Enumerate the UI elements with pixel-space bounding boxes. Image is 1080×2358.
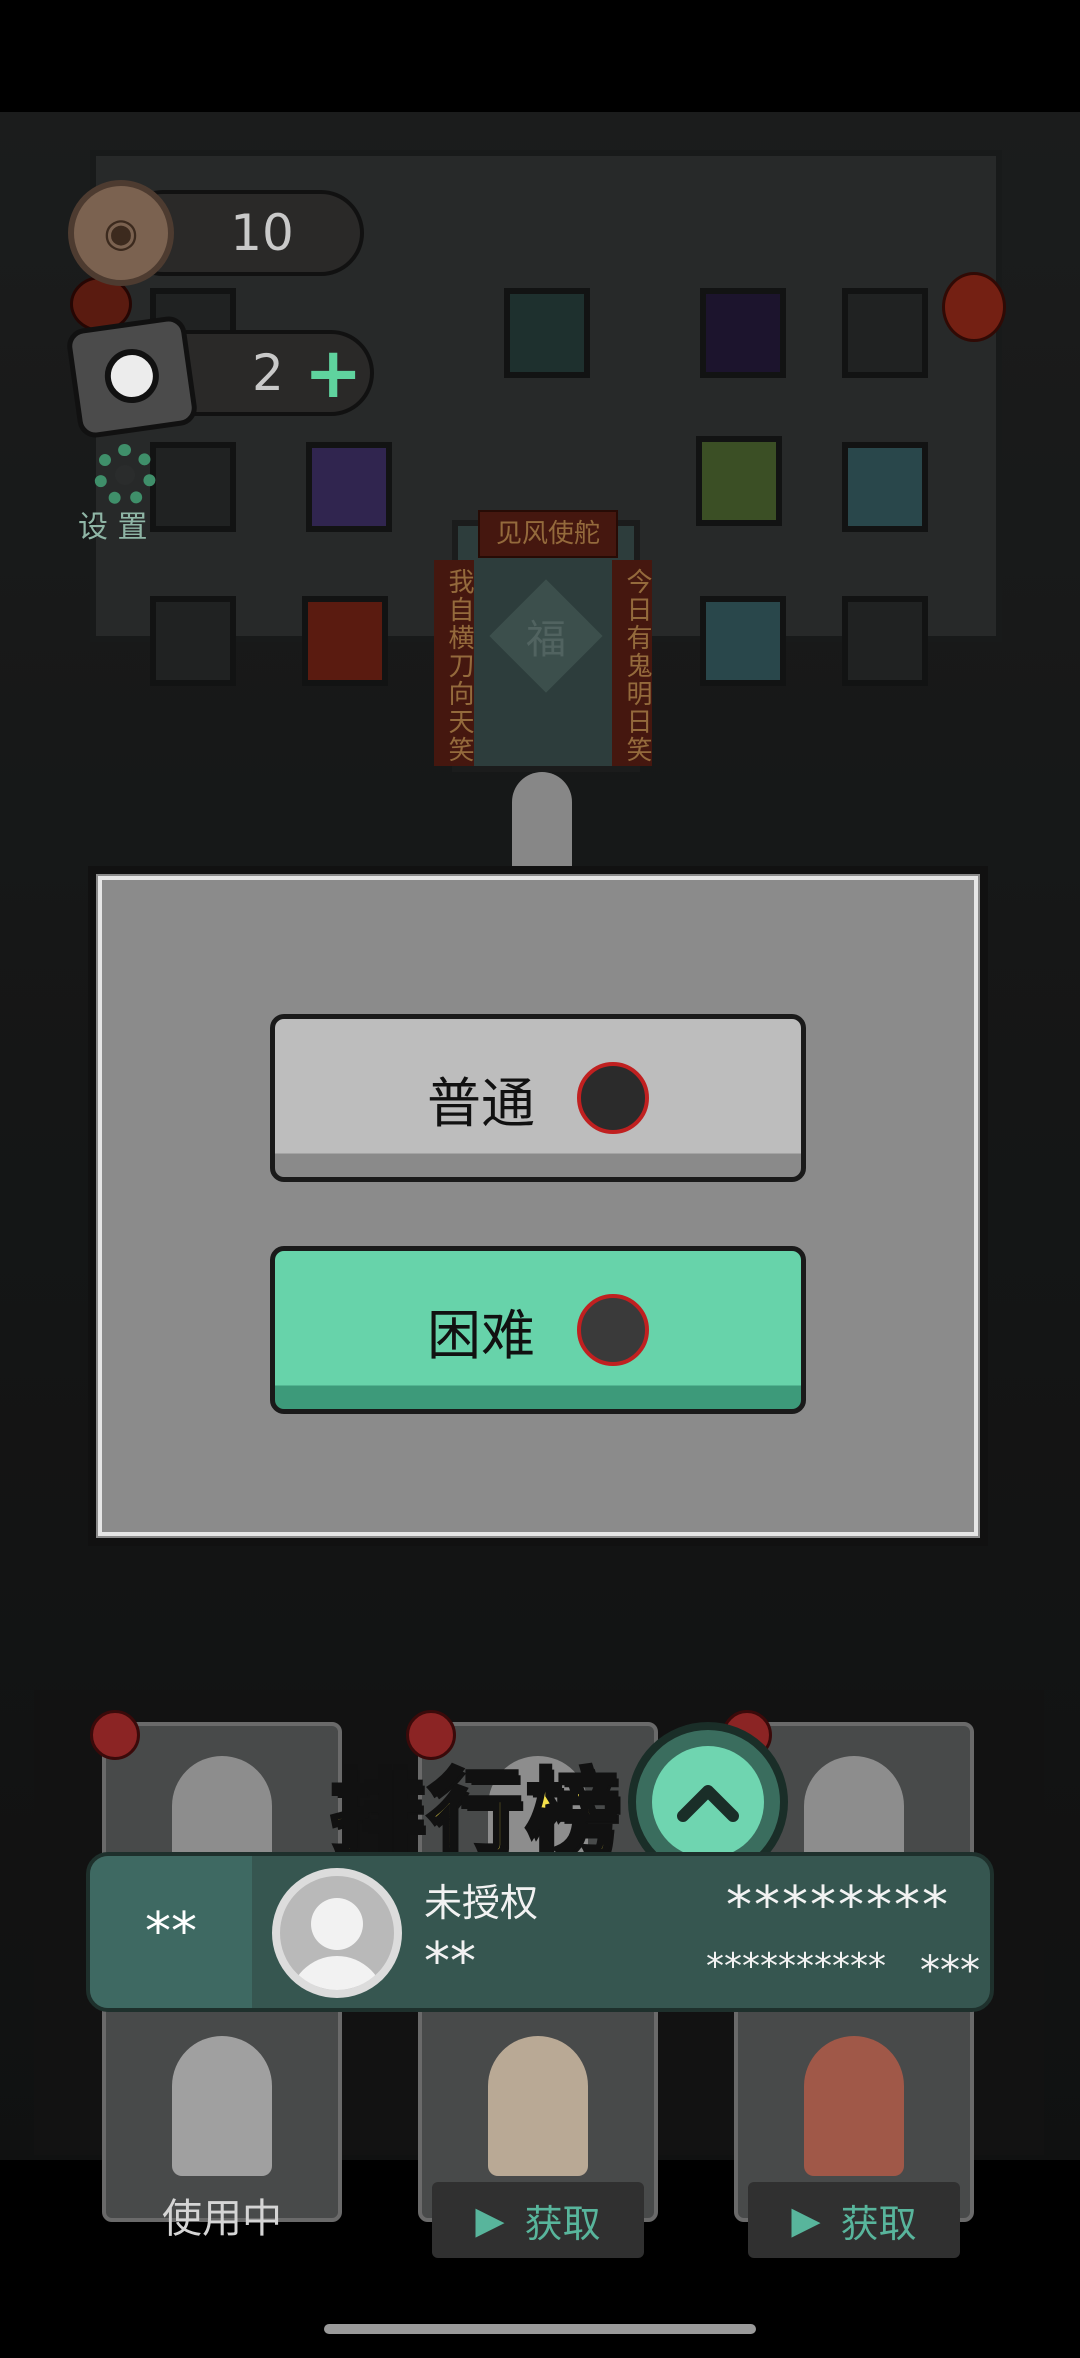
video-camera-icon: ▶ — [475, 2198, 505, 2242]
in-use-label: 使用中 — [162, 2196, 282, 2242]
hard-label: 困难 — [427, 1303, 535, 1367]
red-ghost-face-icon — [577, 1062, 649, 1134]
normal-difficulty-button[interactable]: 普通 — [270, 1014, 806, 1182]
add-ticket-button[interactable]: + — [304, 332, 363, 414]
normal-label: 普通 — [427, 1071, 535, 1135]
get-character-button[interactable]: ▶ 获取 — [432, 2182, 644, 2258]
get-label: 获取 — [840, 2201, 917, 2246]
coin-count: 10 — [230, 204, 294, 262]
video-camera-icon: ▶ — [791, 2198, 821, 2242]
user-score: ******** — [726, 1876, 950, 1936]
user-detail-left: ********** — [706, 1946, 886, 1987]
ghost-ticket-icon — [64, 314, 200, 440]
ticket-count: 2 — [252, 344, 284, 402]
rank-number: ** — [90, 1856, 252, 2008]
difficulty-dialog — [88, 866, 988, 1546]
hard-difficulty-button[interactable]: 困难 — [270, 1246, 806, 1414]
home-indicator[interactable] — [324, 2324, 756, 2334]
get-label: 获取 — [524, 2201, 601, 2246]
settings-button[interactable]: 设 置 — [78, 444, 198, 545]
spiky-ghost-face-icon — [577, 1294, 649, 1366]
red-pin — [90, 1710, 140, 1760]
user-detail-right: *** — [920, 1948, 980, 1994]
get-character-button[interactable]: ▶ 获取 — [748, 2182, 960, 2258]
chevron-up-icon — [652, 1746, 764, 1858]
pig-coin-icon: ◉ — [68, 180, 174, 286]
settings-label: 设 置 — [78, 510, 148, 545]
user-avatar — [272, 1868, 402, 1998]
gear-icon — [94, 444, 156, 506]
character-portrait — [488, 2036, 588, 2176]
character-portrait — [172, 2036, 272, 2176]
user-name: 未授权 — [424, 1881, 539, 1925]
character-portrait — [804, 2036, 904, 2176]
leaderboard-my-row: ** 未授权 ** ******** ********** *** — [86, 1852, 994, 2012]
user-subname: ** — [424, 1932, 476, 1992]
